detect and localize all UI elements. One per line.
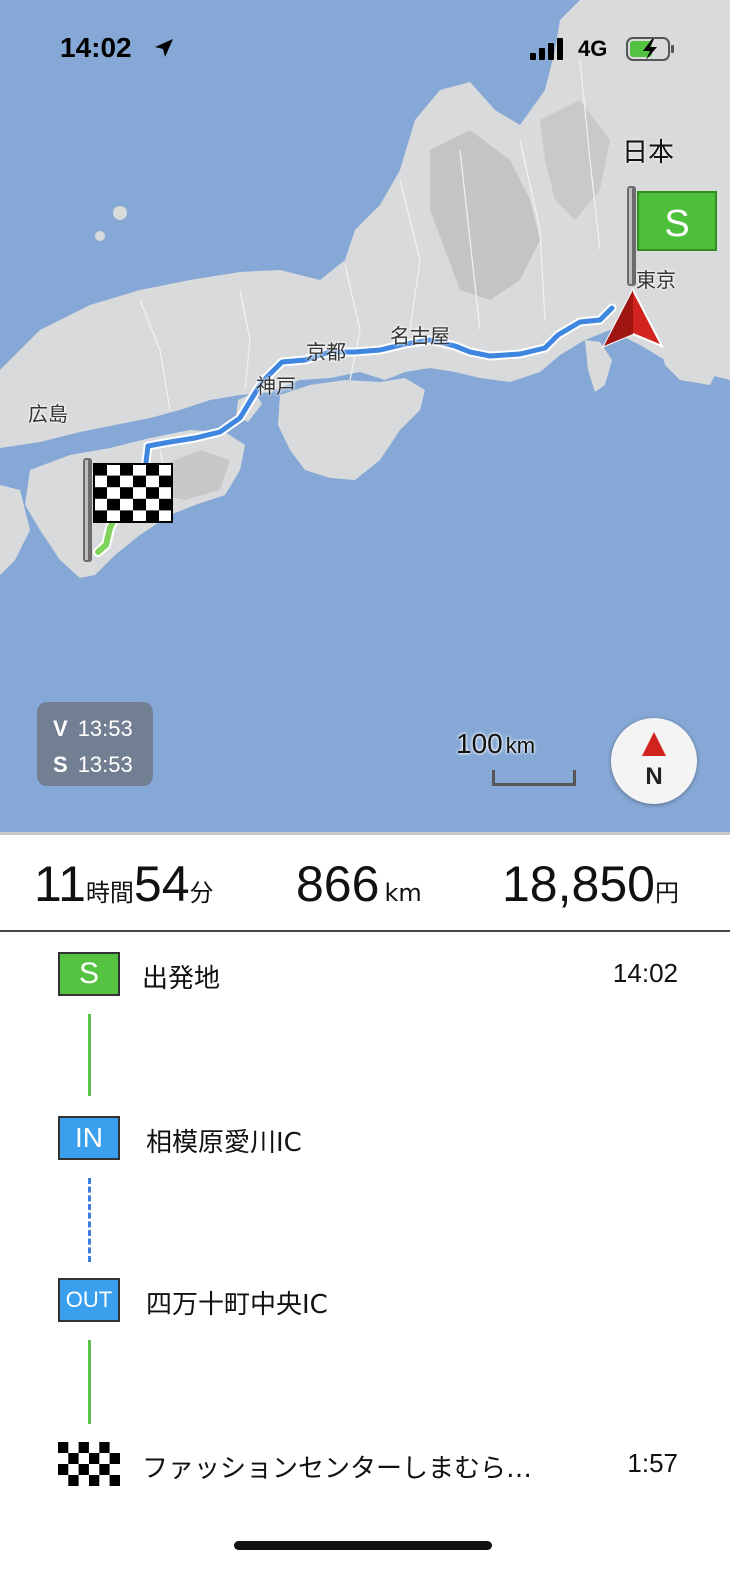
route-item-name: 出発地 xyxy=(142,964,221,994)
duration-hours-unit: 時間 xyxy=(85,879,134,907)
route-item-time: 14:02 xyxy=(612,958,678,988)
compass-icon: N xyxy=(642,732,666,790)
highway-segment xyxy=(88,1178,91,1262)
start-flag-letter: S xyxy=(664,203,689,245)
city-label-hiroshima: 広島 xyxy=(28,402,68,426)
scale-unit: km xyxy=(505,733,536,758)
battery-charging-icon xyxy=(626,37,674,61)
local-road-segment xyxy=(88,1340,91,1424)
route-item-start[interactable]: S 出発地 14:02 xyxy=(0,952,730,1002)
route-summary: 11時間54分 866 km 18,850円 xyxy=(0,832,730,932)
location-arrow-icon xyxy=(155,39,173,57)
country-label: 日本 xyxy=(622,138,675,168)
scale-bar xyxy=(492,770,576,786)
ic-in-badge: IN xyxy=(58,1116,120,1160)
route-item-name: ファッションセンターしまむら… xyxy=(142,1454,533,1484)
status-bar: 14:02 4G xyxy=(0,0,730,96)
route-item-goal[interactable]: ファッションセンターしまむら… 1:57 xyxy=(0,1442,730,1492)
route-list: S 出発地 14:02 IN 相模原愛川IC OUT 四万十町中央IC ファッシ… xyxy=(0,932,730,1579)
goal-checkered-icon xyxy=(58,1442,120,1486)
network-type: 4G xyxy=(578,36,608,61)
distance: 866 km xyxy=(296,855,422,913)
city-label-kobe: 神戸 xyxy=(256,374,296,398)
toll-unit: 円 xyxy=(654,879,679,907)
v-time: 13:53 xyxy=(77,716,133,741)
route-item-ic-in[interactable]: IN 相模原愛川IC xyxy=(0,1116,730,1166)
route-item-name: 相模原愛川IC xyxy=(146,1128,302,1158)
distance-value: 866 xyxy=(296,856,380,912)
distance-unit: km xyxy=(384,879,422,907)
city-label-nagoya: 名古屋 xyxy=(390,324,450,348)
map-scale: 100 km xyxy=(456,728,580,792)
s-label: S xyxy=(53,752,68,777)
status-time: 14:02 xyxy=(60,32,132,63)
route-item-name: 四万十町中央IC xyxy=(146,1290,328,1320)
route-item-time: 1:57 xyxy=(627,1448,678,1478)
s-time: 13:53 xyxy=(77,752,133,777)
current-position-arrow-icon xyxy=(601,288,665,348)
duration: 11時間54分 xyxy=(34,855,214,913)
local-road-segment xyxy=(88,1014,91,1096)
route-item-ic-out[interactable]: OUT 四万十町中央IC xyxy=(0,1278,730,1328)
signal-icon xyxy=(530,38,563,60)
city-label-kyoto: 京都 xyxy=(306,340,346,364)
ic-out-badge: OUT xyxy=(58,1278,120,1322)
toll: 18,850円 xyxy=(502,855,679,913)
toll-value: 18,850 xyxy=(502,856,655,912)
scale-value: 100 xyxy=(456,728,503,759)
duration-minutes: 54 xyxy=(133,856,190,912)
start-badge: S xyxy=(58,952,120,996)
duration-minutes-unit: 分 xyxy=(189,879,214,907)
start-flag-icon[interactable]: S xyxy=(624,186,720,286)
route-map[interactable]: 14:02 4G 日本 広島 神戸 京都 名古屋 東京 S V 13:53 S … xyxy=(0,0,730,832)
time-badge: V 13:53 S 13:53 xyxy=(37,702,153,786)
compass-button[interactable]: N xyxy=(611,718,697,804)
compass-label: N xyxy=(645,763,662,790)
duration-hours: 11 xyxy=(34,856,86,912)
v-label: V xyxy=(53,716,68,741)
goal-flag-icon[interactable] xyxy=(80,458,176,562)
home-indicator[interactable] xyxy=(234,1541,492,1550)
